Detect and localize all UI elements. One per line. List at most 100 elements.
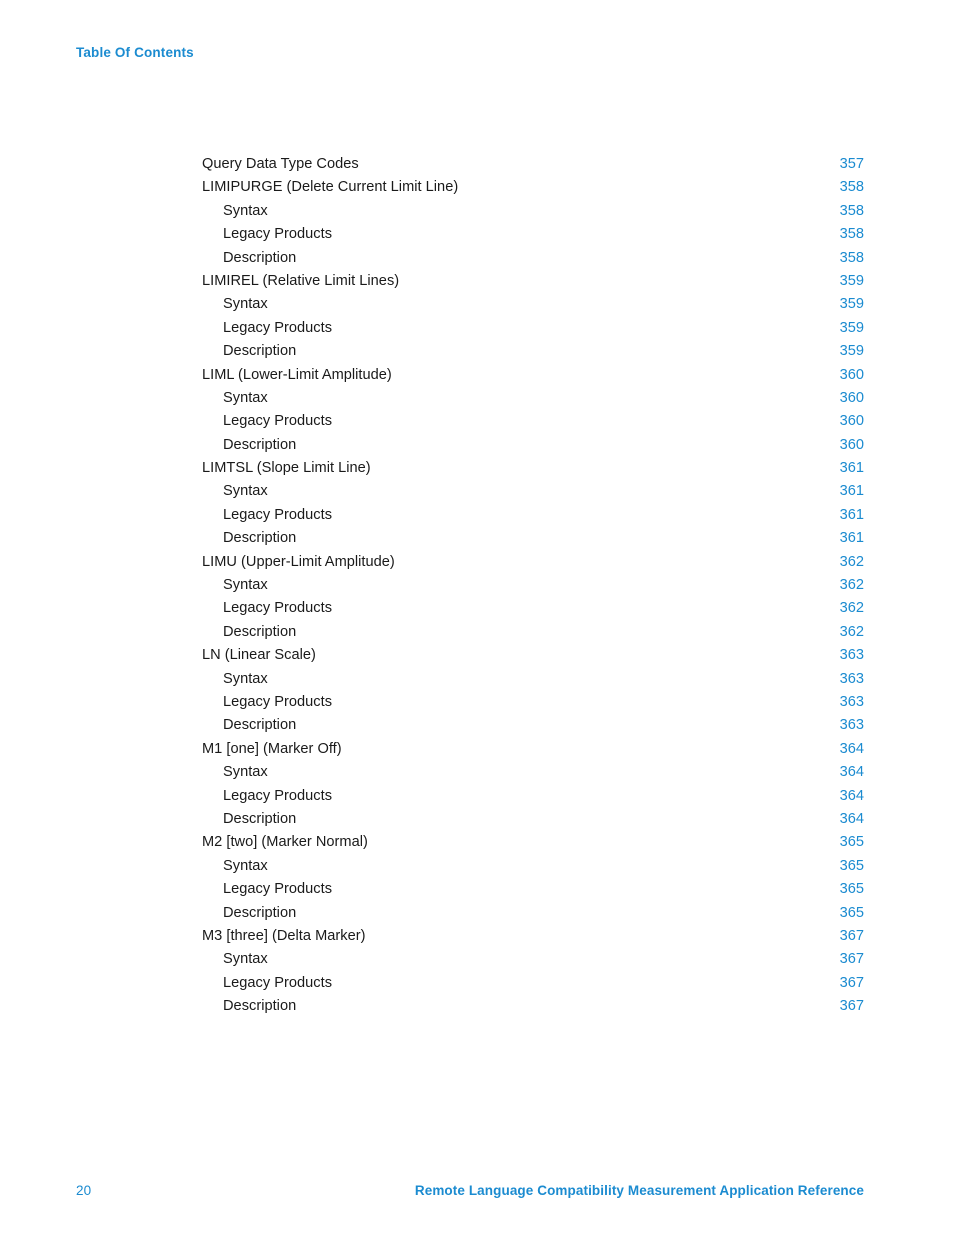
toc-entry[interactable]: Syntax 363 [202,668,864,691]
toc-entry[interactable]: LIMU (Upper-Limit Amplitude) 362 [202,551,864,574]
toc-entry[interactable]: LIMIREL (Relative Limit Lines) 359 [202,270,864,293]
toc-entry[interactable]: LN (Linear Scale) 363 [202,644,864,667]
toc-entry-page-number: 365 [839,834,864,851]
toc-entry[interactable]: Syntax 358 [202,200,864,223]
toc-entry-label: Description [223,249,297,266]
toc-entry[interactable]: Legacy Products 361 [202,504,864,527]
toc-entry-page-number: 367 [839,974,864,991]
toc-entry[interactable]: Description 361 [202,527,864,550]
toc-entry-label: Description [223,998,297,1015]
toc-entry-page-number: 367 [839,998,864,1015]
toc-entry-page-number: 358 [839,179,864,196]
running-header: Table Of Contents [76,45,194,60]
toc-entry[interactable]: Syntax 365 [202,855,864,878]
toc-entry[interactable]: Description 365 [202,902,864,925]
toc-entry-label: Description [223,904,297,921]
toc-entry[interactable]: Legacy Products 362 [202,597,864,620]
toc-entry-label: Legacy Products [223,413,333,430]
toc-entry[interactable]: M1 [one] (Marker Off) 364 [202,738,864,761]
toc-entry[interactable]: M2 [two] (Marker Normal) 365 [202,831,864,854]
toc-entry-label: Description [223,343,297,360]
toc-entry[interactable]: Legacy Products 364 [202,785,864,808]
document-page: Table Of Contents Query Data Type Codes 3… [0,0,954,1235]
toc-entry-page-number: 360 [839,436,864,453]
toc-entry-label: Legacy Products [223,974,333,991]
toc-entry-label: Query Data Type Codes [202,156,359,172]
toc-entry[interactable]: Syntax 359 [202,293,864,316]
toc-entry-page-number: 364 [839,787,864,804]
footer-page-number: 20 [76,1183,92,1198]
toc-entry[interactable]: Syntax 367 [202,948,864,971]
toc-entry-page-number: 362 [839,553,864,570]
toc-entry-label: M3 [three] (Delta Marker) [202,927,366,944]
toc-entry-page-number: 364 [839,810,864,827]
toc-entry[interactable]: Description 367 [202,995,864,1018]
toc-entry-page-number: 360 [839,413,864,430]
toc-entry[interactable]: LIMIPURGE (Delete Current Limit Line) 358 [202,176,864,199]
toc-entry[interactable]: LIMTSL (Slope Limit Line) 361 [202,457,864,480]
toc-entry[interactable]: Syntax 360 [202,387,864,410]
toc-entry-page-number: 361 [839,460,864,477]
toc-entry-page-number: 359 [839,319,864,336]
toc-entry-page-number: 363 [839,717,864,734]
toc-entry-label: LIMU (Upper-Limit Amplitude) [202,553,395,570]
toc-entry-page-number: 359 [839,296,864,313]
toc-entry[interactable]: Legacy Products 358 [202,223,864,246]
toc-entry-label: Syntax [223,483,268,500]
toc-entry-label: LIMTSL (Slope Limit Line) [202,460,371,477]
toc-entry-page-number: 362 [839,577,864,594]
toc-entry[interactable]: Legacy Products 360 [202,410,864,433]
toc-entry-label: LIMIREL (Relative Limit Lines) [202,272,400,289]
toc-entry-label: M1 [one] (Marker Off) [202,740,342,757]
toc-entry-label: M2 [two] (Marker Normal) [202,834,368,851]
toc-entry-label: Legacy Products [223,319,333,336]
toc-entry[interactable]: Description 362 [202,621,864,644]
toc-entry-page-number: 362 [839,600,864,617]
toc-entry-label: Syntax [223,577,268,594]
toc-entry-label: Description [223,623,297,640]
toc-entry-label: Syntax [223,202,268,219]
toc-entry[interactable]: Description 363 [202,714,864,737]
page-footer: 20 Remote Language Compatibility Measure… [76,1183,864,1203]
toc-entry-page-number: 365 [839,904,864,921]
toc-entry[interactable]: Query Data Type Codes 357 [202,153,864,176]
toc-entry[interactable]: Legacy Products 359 [202,317,864,340]
toc-entry-page-number: 361 [839,483,864,500]
toc-entry-label: Syntax [223,857,268,874]
toc-entry[interactable]: Syntax 364 [202,761,864,784]
toc-entry-page-number: 358 [839,202,864,219]
toc-entry[interactable]: Description 364 [202,808,864,831]
toc-entry-page-number: 367 [839,927,864,944]
toc-entry[interactable]: LIML (Lower-Limit Amplitude) 360 [202,364,864,387]
toc-entry-page-number: 362 [839,623,864,640]
toc-entry[interactable]: Syntax 362 [202,574,864,597]
toc-entry[interactable]: Description 358 [202,247,864,270]
toc-entry[interactable]: Description 360 [202,434,864,457]
toc-entry-label: Description [223,436,297,453]
table-of-contents-list: Query Data Type Codes 357 LIMIPURGE (Delet… [202,153,864,1018]
toc-entry-page-number: 360 [839,366,864,383]
toc-entry-label: Legacy Products [223,693,333,710]
toc-entry-page-number: 361 [839,530,864,547]
toc-entry[interactable]: Description 359 [202,340,864,363]
toc-entry-label: Syntax [223,764,268,781]
toc-entry-label: Description [223,717,297,734]
toc-entry[interactable]: M3 [three] (Delta Marker) 367 [202,925,864,948]
toc-entry-label: Legacy Products [223,600,333,617]
toc-entry[interactable]: Legacy Products 363 [202,691,864,714]
toc-entry[interactable]: Syntax 361 [202,480,864,503]
toc-entry[interactable]: Legacy Products 367 [202,972,864,995]
toc-entry-page-number: 363 [839,647,864,664]
toc-entry-label: LN (Linear Scale) [202,647,316,664]
toc-entry-page-number: 358 [839,249,864,266]
toc-entry-page-number: 363 [839,693,864,710]
toc-entry-label: Legacy Products [223,506,333,523]
toc-entry-page-number: 367 [839,951,864,968]
toc-entry-page-number: 363 [839,670,864,687]
toc-entry-label: Legacy Products [223,881,333,898]
toc-entry[interactable]: Legacy Products 365 [202,878,864,901]
toc-entry-page-number: 357 [839,156,864,172]
toc-entry-page-number: 364 [839,740,864,757]
toc-entry-label: Description [223,530,297,547]
toc-entry-page-number: 365 [839,857,864,874]
